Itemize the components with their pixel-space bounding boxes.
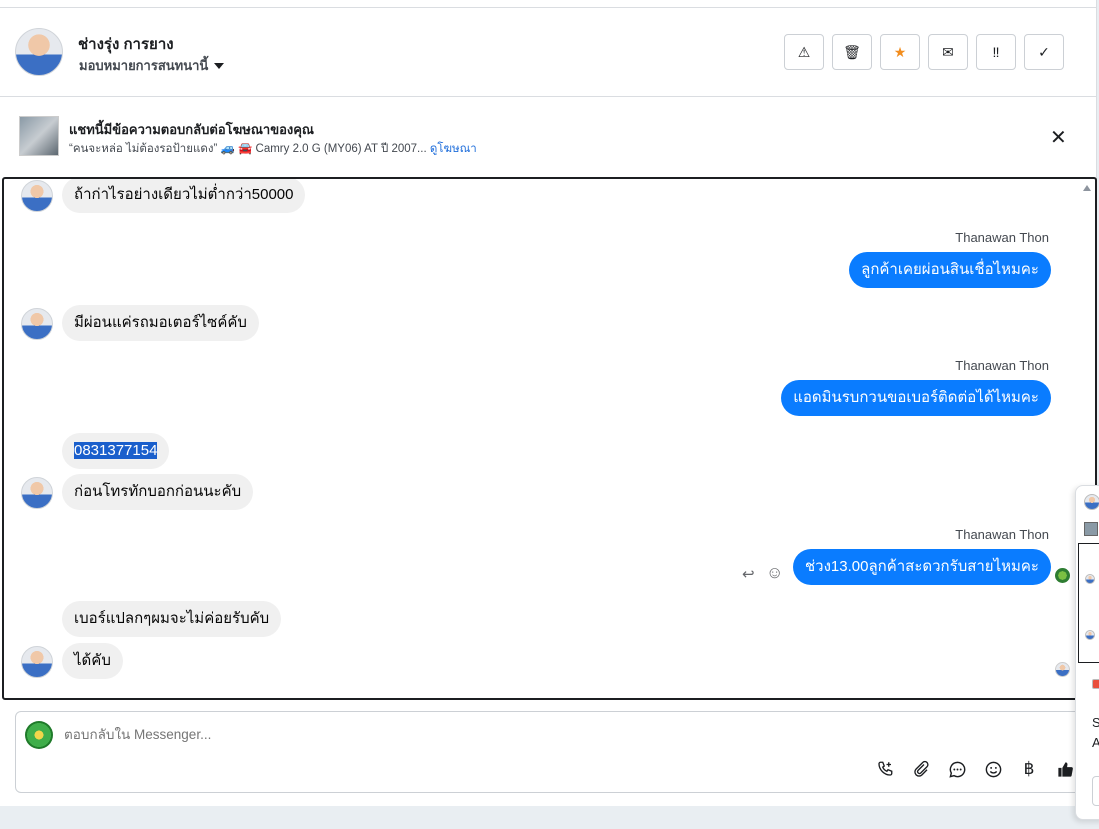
mark-unread-button[interactable]: ✉ <box>928 34 968 70</box>
contact-message-avatar[interactable] <box>21 180 53 212</box>
seen-indicator-avatar <box>1055 568 1070 583</box>
sender-name: Thanawan Thon <box>955 527 1049 542</box>
read-receipt-avatar <box>1055 662 1070 677</box>
top-strip <box>0 0 1097 8</box>
saved-reply-icon[interactable] <box>946 758 968 780</box>
report-spam-button[interactable]: ⚠ <box>784 34 824 70</box>
page-avatar <box>25 721 53 749</box>
star-icon: ★ <box>893 43 907 60</box>
ad-thumbnail[interactable] <box>19 116 59 156</box>
call-icon[interactable] <box>874 758 896 780</box>
side-ad-thumbnail[interactable] <box>1084 522 1098 536</box>
header-actions: ⚠ 🗑 ★ ✉ ‼ ✓ <box>784 34 1064 70</box>
contact-name[interactable]: ช่างรุ่ง การยาง <box>78 32 174 56</box>
mark-done-button[interactable]: ✓ <box>1024 34 1064 70</box>
incoming-message[interactable]: เบอร์แปลกๆผมจะไม่ค่อยรับคับ <box>62 601 282 637</box>
side-thread-preview[interactable] <box>1078 543 1099 663</box>
incoming-message[interactable]: ถ้าก่าไรอย่างเดียวไม่ต่ำกว่า50000 <box>62 179 306 213</box>
baht-icon[interactable]: ฿ <box>1018 758 1040 780</box>
contact-message-avatar[interactable] <box>21 308 53 340</box>
outgoing-message[interactable]: ลูกค้าเคยผ่อนสินเชื่อไหมคะ <box>849 252 1051 288</box>
conversation-panel: ช่างรุ่ง การยาง มอบหมายการสนทนานี้ ⚠ 🗑 ★… <box>0 0 1097 806</box>
scroll-up-arrow-icon[interactable] <box>1083 185 1091 191</box>
outgoing-message[interactable]: ช่วง13.00ลูกค้าสะดวกรับสายไหมคะ <box>792 549 1051 585</box>
message-thread[interactable]: ถ้าก่าไรอย่างเดียวไม่ต่ำกว่า50000 Thanaw… <box>2 177 1097 700</box>
reply-icon[interactable]: ↩ <box>742 565 755 583</box>
ad-banner-subtitle: “คนจะหล่อ ไม่ต้องรอป้ายแดง” 🚙 🚘 Camry 2.… <box>69 140 477 158</box>
floating-side-widget: S A <box>1075 485 1099 820</box>
incoming-message[interactable]: ได้คับ <box>62 643 123 679</box>
react-emoji-icon[interactable]: ☺ <box>766 563 783 583</box>
incoming-message[interactable]: มีผ่อนแค่รถมอเตอร์ไซค์คับ <box>62 305 259 341</box>
outgoing-message[interactable]: แอดมินรบกวนขอเบอร์ติดต่อได้ไหมคะ <box>781 380 1051 416</box>
contact-avatar[interactable] <box>15 28 63 76</box>
view-ad-link[interactable]: ดูโฆษณา <box>430 143 477 155</box>
message-composer: ฿ <box>15 711 1085 793</box>
ad-reply-banner: แชทนี้มีข้อความตอบกลับต่อโฆษณาของคุณ “คน… <box>0 97 1097 175</box>
side-notification-icon[interactable] <box>1092 679 1099 689</box>
star-button[interactable]: ★ <box>880 34 920 70</box>
reply-input[interactable] <box>64 727 764 742</box>
ad-description: “คนจะหล่อ ไม่ต้องรอป้ายแดง” 🚙 🚘 Camry 2.… <box>69 143 427 155</box>
trash-icon: 🗑 <box>843 43 861 60</box>
close-icon[interactable]: ✕ <box>1050 125 1067 150</box>
warning-icon: ⚠ <box>797 43 811 60</box>
composer-toolbar: ฿ <box>874 758 1076 780</box>
assign-label: มอบหมายการสนทนานี้ <box>79 58 209 73</box>
envelope-icon: ✉ <box>942 43 954 60</box>
side-input[interactable] <box>1092 776 1099 806</box>
incoming-message-phone[interactable]: 0831377154 <box>62 433 170 469</box>
conversation-header: ช่างรุ่ง การยาง มอบหมายการสนทนานี้ ⚠ 🗑 ★… <box>0 8 1097 97</box>
contact-message-avatar[interactable] <box>21 646 53 678</box>
emoji-icon[interactable] <box>982 758 1004 780</box>
side-contact-avatar[interactable] <box>1084 494 1099 510</box>
delete-button[interactable]: 🗑 <box>832 34 872 70</box>
assign-dropdown[interactable]: มอบหมายการสนทนานี้ <box>79 55 225 76</box>
incoming-message[interactable]: ก่อนโทรทักบอกก่อนนะคับ <box>62 474 254 510</box>
ad-banner-title: แชทนี้มีข้อความตอบกลับต่อโฆษณาของคุณ <box>69 122 314 137</box>
caret-down-icon <box>214 62 225 69</box>
side-text-1: S <box>1092 715 1099 730</box>
sender-name: Thanawan Thon <box>955 230 1049 245</box>
follow-up-button[interactable]: ‼ <box>976 34 1016 70</box>
sender-name: Thanawan Thon <box>955 358 1049 373</box>
check-icon: ✓ <box>1038 43 1050 60</box>
side-mini-avatar <box>1085 630 1095 640</box>
double-exclamation-icon: ‼ <box>992 44 1000 60</box>
attach-icon[interactable] <box>910 758 932 780</box>
side-mini-avatar <box>1085 574 1095 584</box>
like-icon[interactable] <box>1054 758 1076 780</box>
contact-message-avatar[interactable] <box>21 477 53 509</box>
side-text-2: A <box>1092 735 1099 750</box>
selected-phone-number[interactable]: 0831377154 <box>74 442 158 459</box>
